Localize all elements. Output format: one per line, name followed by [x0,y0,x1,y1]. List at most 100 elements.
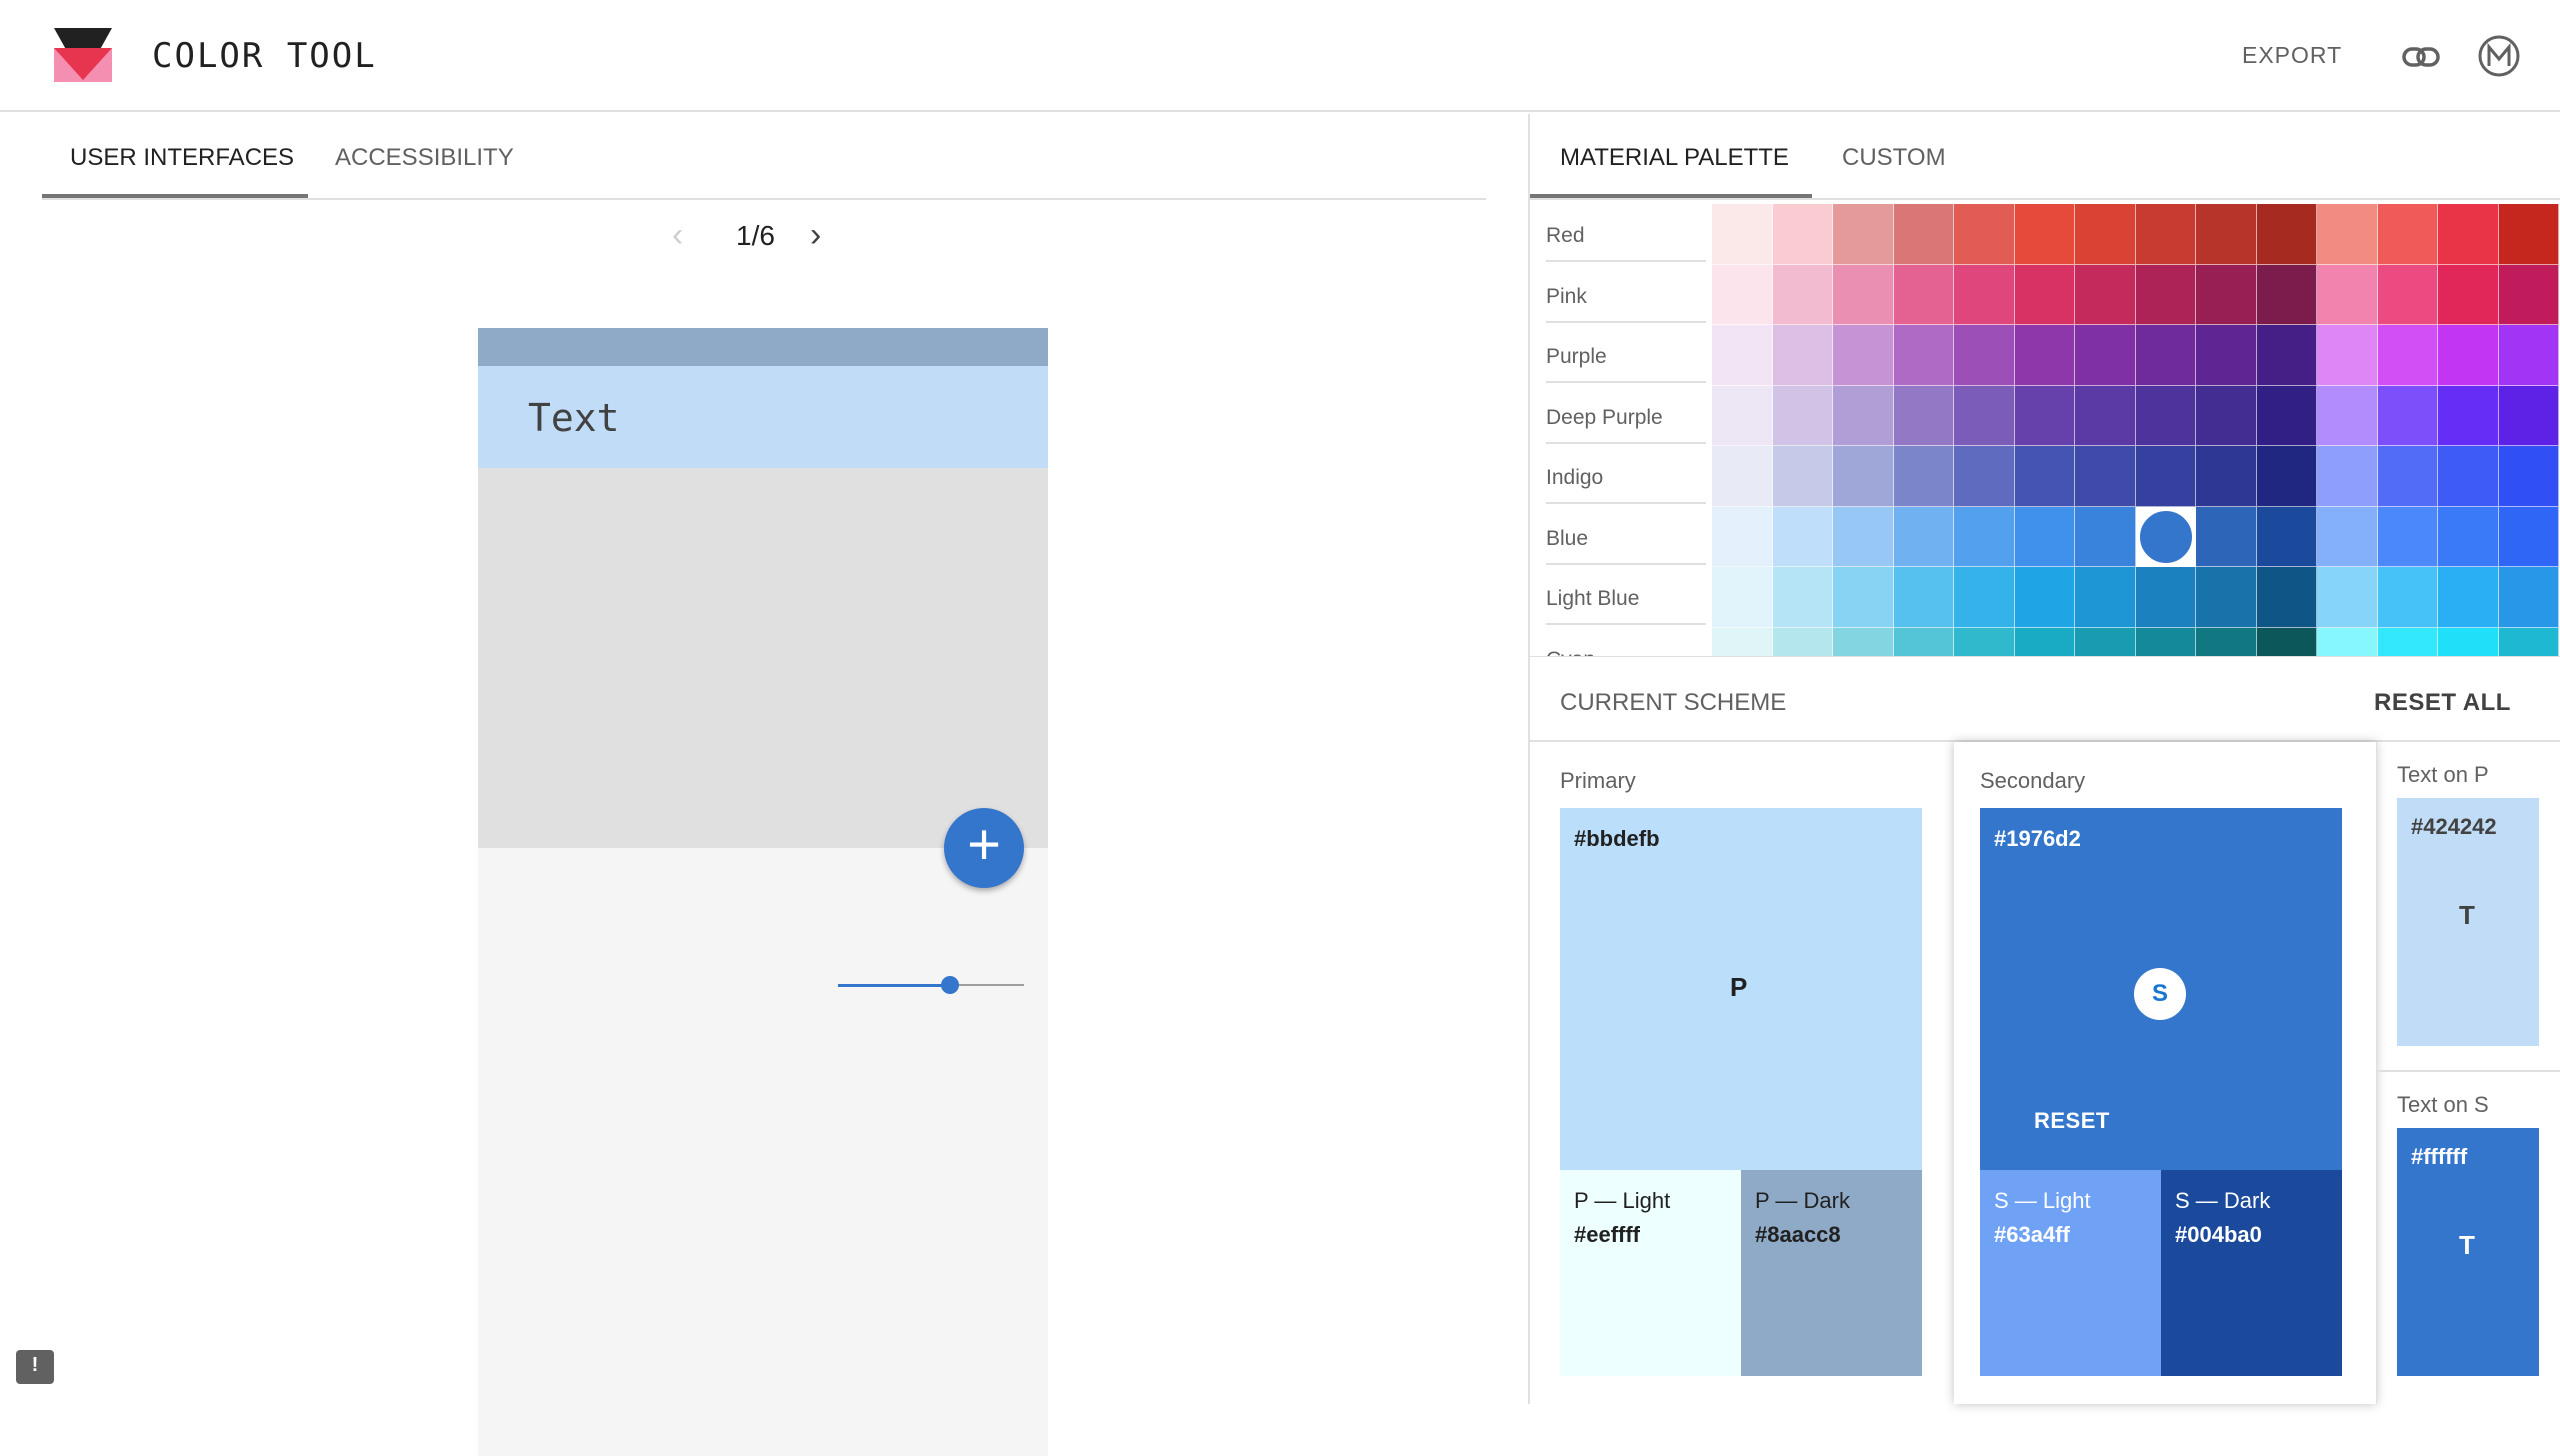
palette-swatch[interactable] [2196,506,2257,567]
export-button[interactable]: EXPORT [2242,42,2342,69]
palette-swatch[interactable] [2377,446,2438,507]
tab-custom[interactable]: CUSTOM [1842,144,1946,172]
palette-swatch[interactable] [2256,264,2317,325]
palette-swatch[interactable] [1954,325,2015,386]
palette-swatch[interactable] [2317,506,2378,567]
palette-swatch[interactable] [2317,204,2378,265]
palette-swatch[interactable] [1712,385,1773,446]
material-icon[interactable] [2477,34,2521,78]
palette-swatch[interactable] [2196,264,2257,325]
palette-swatch[interactable] [2498,627,2559,656]
palette-swatch[interactable] [1893,567,1954,628]
palette-swatch[interactable] [2256,627,2317,656]
palette-swatch[interactable] [2377,385,2438,446]
palette-swatch[interactable] [2438,204,2499,265]
palette-swatch[interactable] [2014,567,2075,628]
palette-swatch[interactable] [2075,325,2136,386]
palette-swatch[interactable] [2196,385,2257,446]
palette-swatch[interactable] [2377,325,2438,386]
feedback-button[interactable]: ! [16,1350,54,1384]
palette-swatch[interactable] [1833,325,1894,386]
palette-swatch[interactable] [2256,506,2317,567]
palette-swatch[interactable] [2075,385,2136,446]
slider-thumb[interactable] [940,976,959,994]
palette-swatch[interactable] [1833,264,1894,325]
secondary-light-swatch[interactable]: S — Light #63a4ff [1980,1170,2161,1376]
palette-swatch[interactable] [1772,385,1833,446]
tab-user-interfaces[interactable]: USER INTERFACES [70,144,294,172]
palette-swatch[interactable] [2498,567,2559,628]
palette-swatch[interactable] [2135,264,2196,325]
palette-swatch[interactable] [2014,385,2075,446]
palette-swatch[interactable] [2196,627,2257,656]
palette-swatch[interactable] [1712,204,1773,265]
palette-swatch[interactable] [1893,204,1954,265]
palette-swatch[interactable] [1893,446,1954,507]
palette-swatch[interactable] [2014,446,2075,507]
secondary-reset-button[interactable]: RESET [2034,1108,2110,1134]
palette-swatch[interactable] [1833,567,1894,628]
palette-swatch[interactable] [1772,325,1833,386]
palette-swatch[interactable] [2377,627,2438,656]
palette-swatch[interactable] [2317,325,2378,386]
palette-swatch[interactable] [2256,204,2317,265]
tab-material-palette[interactable]: MATERIAL PALETTE [1560,144,1789,172]
palette-swatch[interactable] [2317,264,2378,325]
tab-accessibility[interactable]: ACCESSIBILITY [335,144,514,172]
link-icon[interactable] [2400,36,2442,78]
palette-swatch[interactable] [1772,204,1833,265]
palette-swatch[interactable] [2075,204,2136,265]
palette-swatch[interactable] [2377,204,2438,265]
palette-swatch[interactable] [2438,446,2499,507]
palette-swatch[interactable] [1954,264,2015,325]
primary-swatch[interactable]: #bbdefb P [1560,808,1922,1170]
palette-swatch[interactable] [1893,385,1954,446]
palette-swatch[interactable] [2438,627,2499,656]
palette-swatch[interactable] [1712,264,1773,325]
palette-swatch[interactable] [1954,204,2015,265]
palette-swatch[interactable] [2135,385,2196,446]
palette-swatch[interactable] [1833,627,1894,656]
palette-swatch[interactable] [2377,264,2438,325]
palette-swatch[interactable] [2014,506,2075,567]
palette-swatch[interactable] [1712,567,1773,628]
selected-swatch-indicator[interactable] [2137,508,2194,565]
palette-swatch[interactable] [2075,567,2136,628]
palette-swatch[interactable] [1833,385,1894,446]
fab-add-button[interactable]: + [944,808,1024,888]
palette-swatch[interactable] [2498,325,2559,386]
palette-swatch[interactable] [2075,627,2136,656]
chevron-right-icon[interactable]: › [810,216,821,255]
palette-swatch[interactable] [2014,627,2075,656]
palette-swatch[interactable] [1954,506,2015,567]
palette-swatch[interactable] [2014,264,2075,325]
palette-swatch[interactable] [2498,506,2559,567]
palette-swatch[interactable] [1712,506,1773,567]
palette-swatch[interactable] [2317,567,2378,628]
primary-light-swatch[interactable]: P — Light #eeffff [1560,1170,1741,1376]
text-on-secondary-swatch[interactable]: #ffffff T [2397,1128,2539,1376]
palette-swatch[interactable] [1772,506,1833,567]
palette-swatch[interactable] [1893,627,1954,656]
palette-swatch[interactable] [1833,506,1894,567]
palette-swatch[interactable] [1772,446,1833,507]
palette-swatch[interactable] [2317,446,2378,507]
palette-swatch[interactable] [2498,446,2559,507]
palette-swatch[interactable] [2498,264,2559,325]
palette-swatch[interactable] [1833,204,1894,265]
palette-swatch[interactable] [2498,385,2559,446]
palette-swatch[interactable] [2135,567,2196,628]
palette-swatch[interactable] [1833,446,1894,507]
palette-swatch[interactable] [2196,567,2257,628]
palette-swatch[interactable] [2438,506,2499,567]
palette-swatch[interactable] [2438,264,2499,325]
palette-swatch[interactable] [2438,385,2499,446]
palette-swatch[interactable] [1954,385,2015,446]
palette-swatch[interactable] [2014,325,2075,386]
palette-swatch[interactable] [2135,325,2196,386]
palette-swatch[interactable] [2317,385,2378,446]
primary-dark-swatch[interactable]: P — Dark #8aacc8 [1741,1170,1922,1376]
palette-swatch[interactable] [2196,325,2257,386]
palette-swatch[interactable] [2075,446,2136,507]
secondary-swatch[interactable]: #1976d2 S RESET [1980,808,2342,1170]
